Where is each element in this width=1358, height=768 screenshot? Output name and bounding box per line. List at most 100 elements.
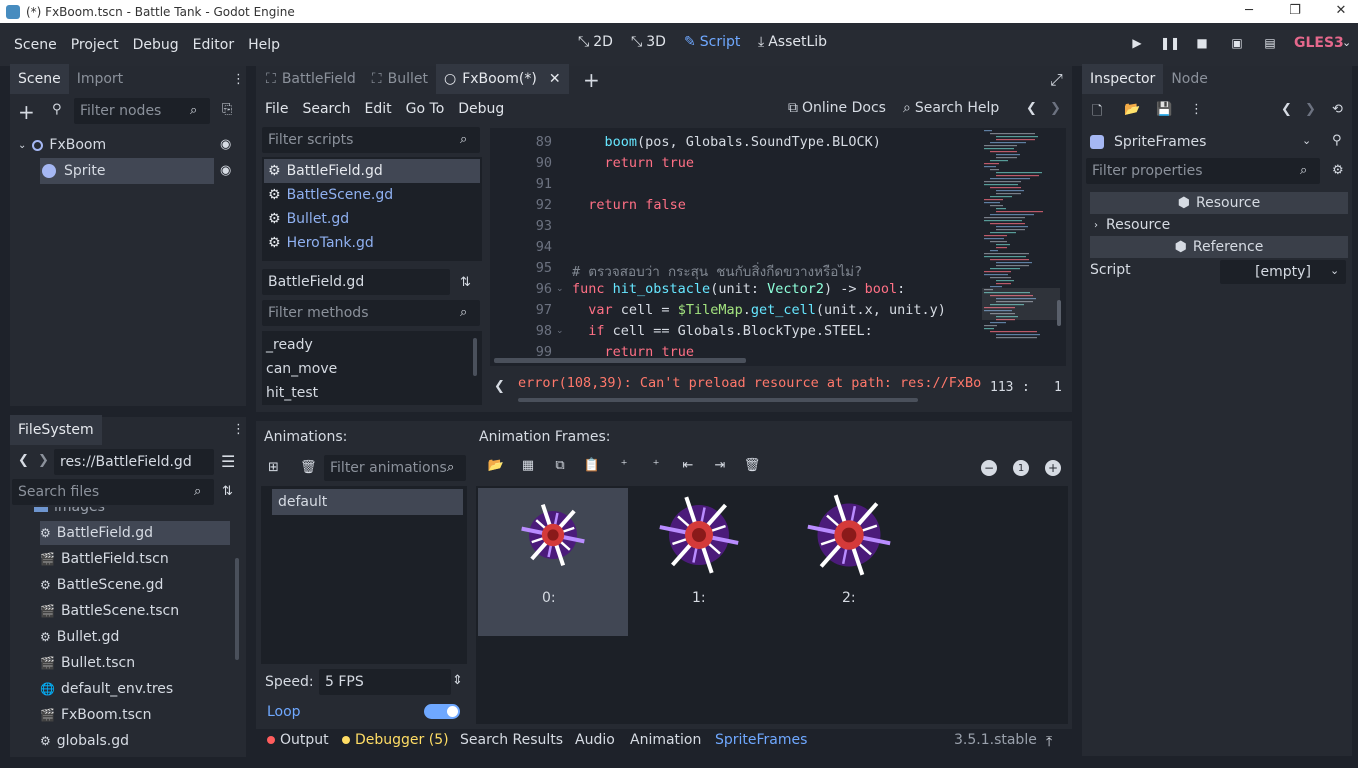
new-resource-icon[interactable]: 🗋 bbox=[1092, 102, 1102, 124]
menu-debug[interactable]: Debug bbox=[126, 37, 186, 53]
bottom-tab-output[interactable]: Output bbox=[267, 732, 329, 748]
play-scene-icon[interactable]: ▣ bbox=[1228, 36, 1246, 54]
tab-import[interactable]: Import bbox=[69, 64, 131, 94]
tab-scene[interactable]: Scene bbox=[10, 64, 69, 94]
filter-properties-input[interactable]: Filter properties bbox=[1086, 158, 1320, 184]
script-list-item[interactable]: ⚙ BattleScene.gd bbox=[264, 183, 480, 207]
script-list-item[interactable]: ⚙ BattleField.gd bbox=[264, 159, 480, 183]
menu-scene[interactable]: Scene bbox=[7, 37, 64, 53]
add-node-icon[interactable]: + bbox=[18, 100, 35, 124]
tree-item-fxboom[interactable]: ⌄ FxBoom bbox=[18, 134, 106, 156]
workspace-3d-button[interactable]: ⤡ 3D bbox=[631, 34, 666, 50]
section-resource-header[interactable]: ⬢ Resource bbox=[1090, 192, 1348, 214]
script-property-value[interactable]: [empty] bbox=[1220, 260, 1346, 284]
renderer-select[interactable]: GLES3 bbox=[1294, 35, 1344, 51]
filter-scripts-input[interactable]: Filter scripts bbox=[262, 127, 480, 153]
frame-2-image[interactable] bbox=[804, 490, 894, 580]
menu-editor[interactable]: Editor bbox=[186, 37, 241, 53]
save-resource-icon[interactable]: 💾 bbox=[1156, 102, 1172, 117]
history-icon[interactable]: ⟲ bbox=[1332, 102, 1343, 117]
online-docs-button[interactable]: ⧉ Online Docs bbox=[788, 100, 886, 116]
move-right-icon[interactable]: ⇥ bbox=[704, 458, 736, 473]
copy-icon[interactable]: ⧉ bbox=[544, 458, 576, 473]
close-window-button[interactable]: ✕ bbox=[1318, 0, 1358, 23]
sort-icon[interactable]: ⇅ bbox=[222, 484, 233, 499]
bottom-tab-animation[interactable]: Animation bbox=[630, 732, 701, 748]
code-vscrollbar[interactable] bbox=[1057, 300, 1061, 326]
file-item[interactable]: 🌐 default_env.tres bbox=[40, 677, 230, 701]
menu-project[interactable]: Project bbox=[64, 37, 126, 53]
expand-bottom-panel-icon[interactable]: ⤒ bbox=[1046, 734, 1052, 750]
methods-scrollbar[interactable] bbox=[473, 338, 477, 376]
error-message[interactable]: error(108,39): Can't preload resource at… bbox=[518, 375, 981, 391]
script-menu-goto[interactable]: Go To bbox=[399, 101, 452, 117]
play-custom-scene-icon[interactable]: ▤ bbox=[1261, 36, 1279, 54]
method-item[interactable]: can_move bbox=[266, 357, 337, 381]
restore-button[interactable]: ❐ bbox=[1272, 0, 1318, 23]
insert-after-icon[interactable]: ⁺ bbox=[640, 458, 672, 473]
insert-before-icon[interactable]: ⁺ bbox=[608, 458, 640, 473]
split-mode-icon[interactable]: ☰ bbox=[221, 452, 235, 471]
subsection-resource[interactable]: › Resource bbox=[1094, 214, 1170, 236]
load-folder-icon[interactable]: 📂 bbox=[480, 458, 512, 473]
search-help-button[interactable]: ⌕ Search Help bbox=[903, 100, 999, 116]
minimap-viewport[interactable] bbox=[982, 288, 1060, 320]
search-files-input[interactable]: Search files bbox=[12, 479, 214, 505]
grid-sheet-icon[interactable]: ▦ bbox=[512, 458, 544, 473]
script-list-item[interactable]: ⚙ HeroTank.gd bbox=[264, 231, 480, 255]
file-item[interactable]: ⚙ BattleField.gd bbox=[40, 521, 230, 545]
workspace-script-button[interactable]: ✎ Script bbox=[684, 34, 740, 50]
workspace-assetlib-button[interactable]: ⤓ AssetLib bbox=[758, 34, 827, 50]
bottom-tab-audio[interactable]: Audio bbox=[575, 732, 615, 748]
tab-filesystem[interactable]: FileSystem bbox=[10, 415, 102, 445]
workspace-2d-button[interactable]: ⤡ 2D bbox=[578, 34, 613, 50]
distraction-free-icon[interactable]: ⤢ bbox=[1050, 70, 1063, 90]
history-back-icon[interactable]: ❮ bbox=[1281, 102, 1292, 117]
method-item[interactable]: _ready bbox=[266, 333, 313, 357]
editor-tab-1[interactable]: ⛶ Bullet bbox=[364, 64, 436, 94]
filter-animations-input[interactable]: Filter animations bbox=[324, 455, 466, 481]
script-menu-search[interactable]: Search bbox=[295, 101, 357, 117]
delete-frame-icon[interactable]: 🗑 bbox=[736, 458, 768, 473]
file-item[interactable]: 🎬 Bullet.tscn bbox=[40, 651, 230, 675]
spinner-arrows-icon[interactable]: ⇕ bbox=[452, 673, 463, 688]
tree-item-sprite[interactable]: Sprite bbox=[40, 158, 214, 184]
forward-arrow-icon[interactable]: ❯ bbox=[38, 453, 49, 468]
file-item[interactable]: ⚙ BattleScene.gd bbox=[40, 573, 230, 597]
bottom-tab-debugger[interactable]: Debugger (5) bbox=[342, 732, 449, 748]
file-item[interactable]: ⚙ globals.gd bbox=[40, 729, 230, 753]
new-animation-icon[interactable]: ⊞ bbox=[268, 460, 279, 475]
animation-item-default[interactable]: default bbox=[272, 489, 463, 515]
script-list-item[interactable]: ⚙ Bullet.gd bbox=[264, 207, 480, 231]
pause-icon[interactable]: ❚❚ bbox=[1160, 36, 1180, 54]
play-icon[interactable]: ▶ bbox=[1128, 36, 1146, 54]
bottom-tab-spriteframes[interactable]: SpriteFrames bbox=[715, 732, 807, 748]
delete-animation-icon[interactable]: 🗑 bbox=[300, 460, 317, 475]
menu-help[interactable]: Help bbox=[241, 37, 287, 53]
back-arrow-icon[interactable]: ❮ bbox=[18, 453, 29, 468]
folder-item[interactable]: images bbox=[34, 507, 224, 519]
add-tab-icon[interactable]: + bbox=[583, 68, 600, 92]
close-tab-icon[interactable]: ✕ bbox=[549, 64, 561, 94]
resource-type-select[interactable]: SpriteFrames bbox=[1090, 130, 1320, 154]
filter-methods-input[interactable]: Filter methods bbox=[262, 300, 480, 326]
fold-arrow-icon[interactable]: ⌄ bbox=[556, 326, 564, 336]
paste-icon[interactable]: 📋 bbox=[576, 458, 608, 473]
speed-input[interactable]: 5 FPS bbox=[319, 669, 451, 695]
file-item[interactable]: 🎬 BattleScene.tscn bbox=[40, 599, 230, 623]
history-forward-icon[interactable]: ❯ bbox=[1050, 101, 1061, 116]
method-item[interactable]: hit_test bbox=[266, 381, 318, 405]
zoom-out-icon[interactable]: − bbox=[981, 460, 997, 476]
property-options-icon[interactable]: ⚙ bbox=[1332, 163, 1344, 178]
section-reference-header[interactable]: ⬢ Reference bbox=[1090, 236, 1348, 258]
filesystem-scrollbar[interactable] bbox=[235, 558, 239, 660]
script-menu-file[interactable]: File bbox=[258, 101, 295, 117]
error-scrollbar[interactable] bbox=[518, 398, 918, 402]
code-minimap[interactable] bbox=[982, 128, 1060, 348]
history-back-icon[interactable]: ❮ bbox=[1026, 101, 1037, 116]
visibility-eye-icon[interactable]: ◉ bbox=[220, 137, 231, 152]
tab-node[interactable]: Node bbox=[1163, 64, 1216, 94]
instance-scene-icon[interactable]: ⎘ bbox=[222, 102, 232, 117]
history-forward-icon[interactable]: ❯ bbox=[1305, 102, 1316, 117]
bottom-tab-search-results[interactable]: Search Results bbox=[460, 732, 563, 748]
